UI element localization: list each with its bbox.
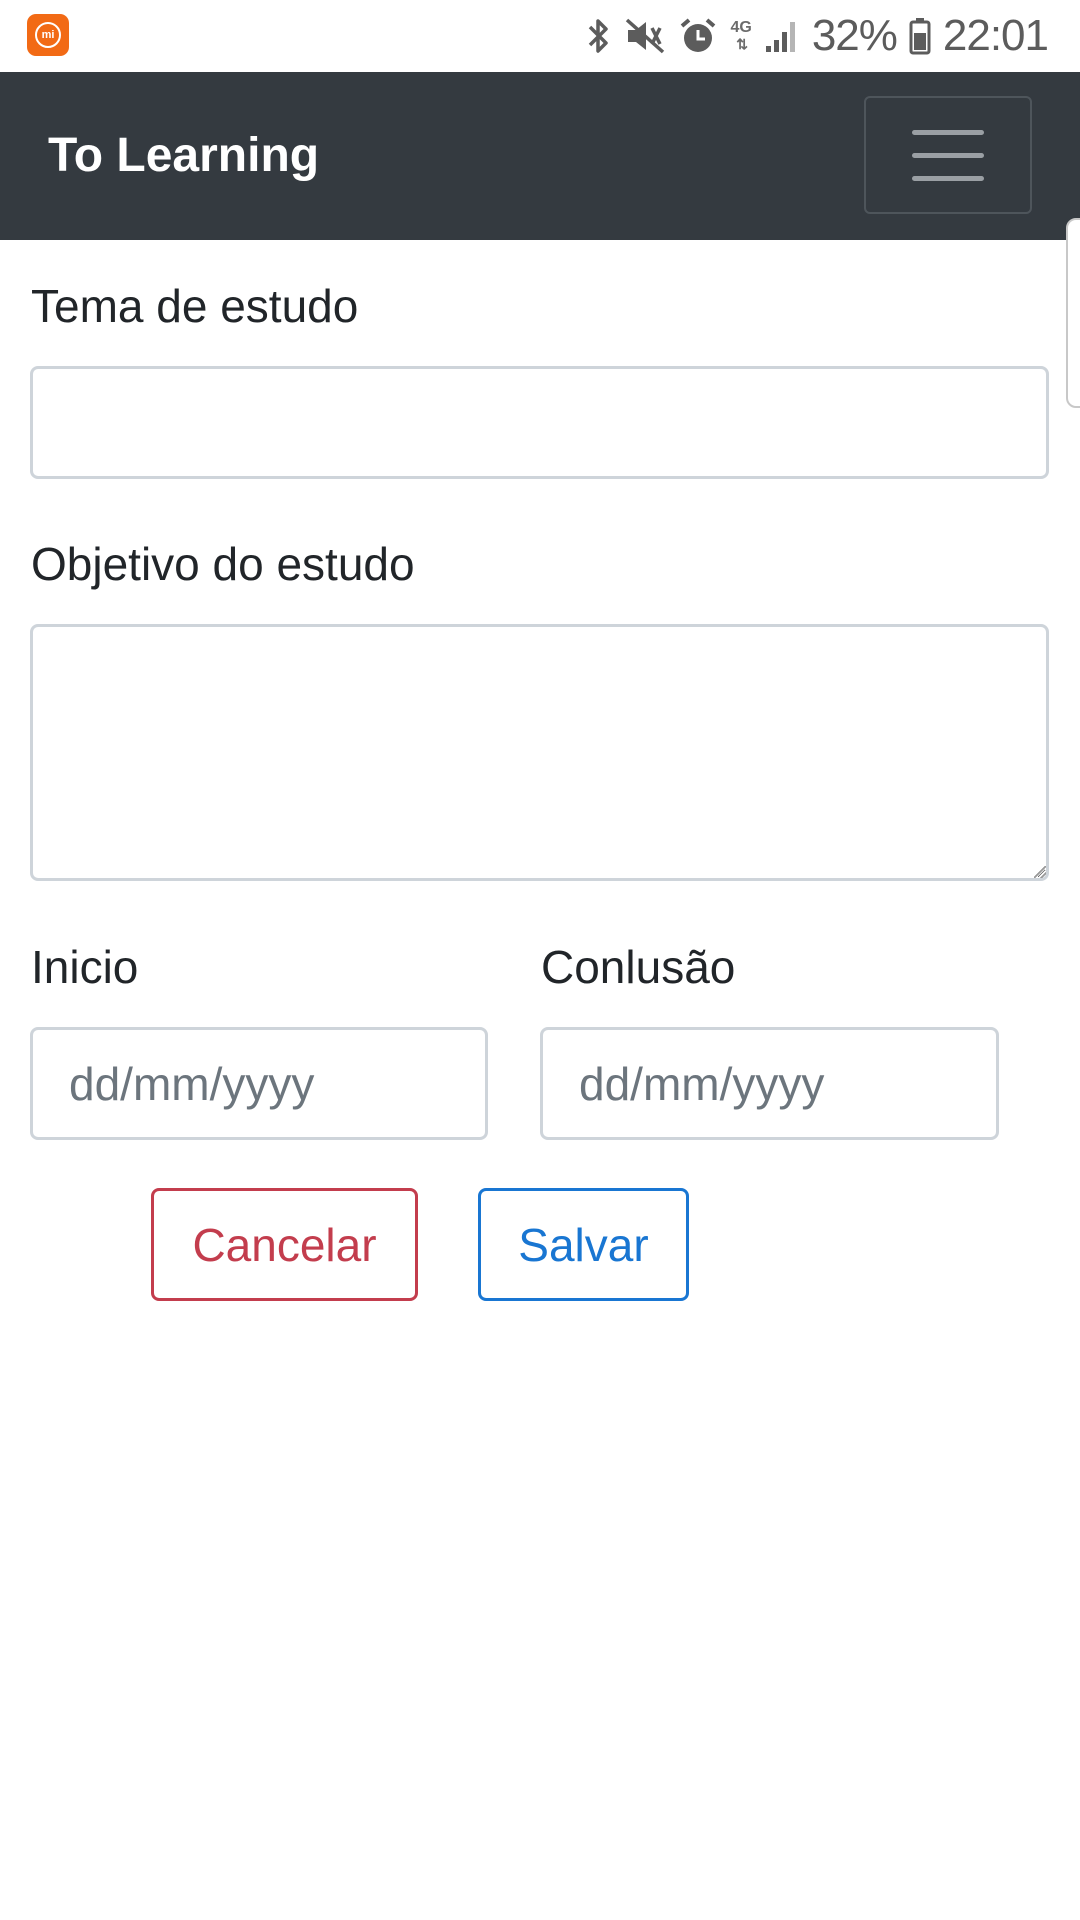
network-type-label: 4G bbox=[730, 19, 752, 36]
edge-scroll-hint bbox=[1066, 218, 1080, 408]
cancel-button[interactable]: Cancelar bbox=[151, 1188, 418, 1301]
battery-percent: 32% bbox=[811, 11, 898, 60]
navbar: To Learning bbox=[0, 72, 1080, 240]
navbar-brand[interactable]: To Learning bbox=[48, 72, 319, 240]
clock: 22:01 bbox=[942, 11, 1049, 60]
status-bar: mi 4G ⇅ 32% 22:01 bbox=[0, 0, 1080, 72]
end-date-input[interactable] bbox=[540, 1027, 999, 1140]
objective-textarea[interactable] bbox=[30, 624, 1049, 881]
navbar-toggle-button[interactable] bbox=[864, 96, 1032, 214]
signal-icon bbox=[764, 18, 800, 54]
topic-label: Tema de estudo bbox=[31, 280, 359, 332]
start-date-label: Inicio bbox=[31, 941, 139, 993]
resize-grip-icon[interactable] bbox=[1034, 866, 1046, 878]
topic-input[interactable] bbox=[30, 366, 1049, 479]
status-icons: 4G ⇅ 32% 22:01 bbox=[586, 10, 1049, 62]
objective-label: Objetivo do estudo bbox=[31, 538, 415, 590]
mi-app-icon: mi bbox=[27, 14, 69, 56]
save-button[interactable]: Salvar bbox=[478, 1188, 689, 1301]
alarm-icon bbox=[678, 16, 718, 56]
battery-icon bbox=[909, 17, 931, 55]
bluetooth-icon bbox=[586, 16, 612, 56]
end-date-label: Conlusão bbox=[541, 941, 736, 993]
network-4g-icon: 4G ⇅ bbox=[730, 19, 752, 53]
vibrate-mute-icon bbox=[624, 16, 666, 56]
start-date-input[interactable] bbox=[30, 1027, 488, 1140]
